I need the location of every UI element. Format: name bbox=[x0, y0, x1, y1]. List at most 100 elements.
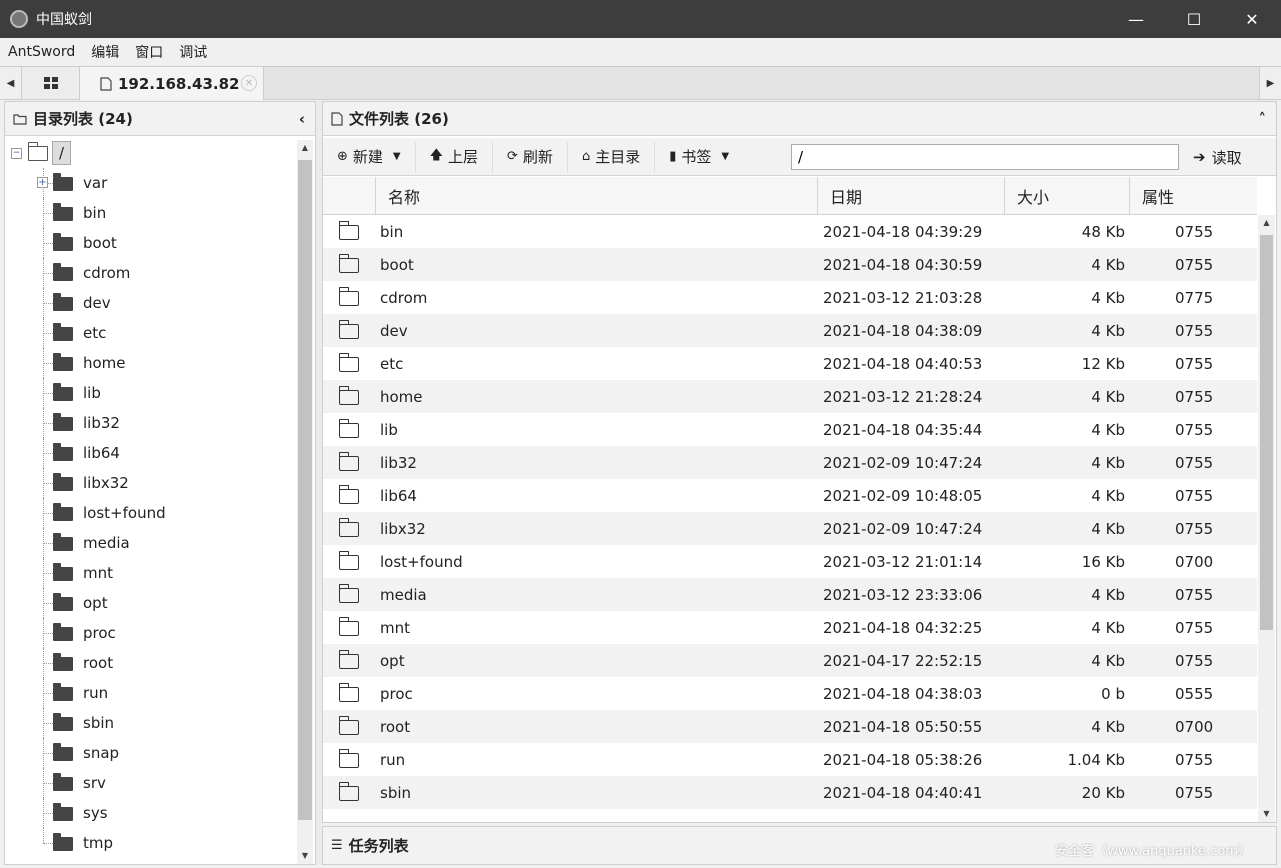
tree-item[interactable]: libx32 bbox=[5, 468, 297, 498]
tab-shell-host[interactable]: 192.168.43.82 ✕ bbox=[80, 67, 264, 100]
tree-item[interactable]: sys bbox=[5, 798, 297, 828]
read-button[interactable]: ➔ 读取 bbox=[1193, 142, 1242, 172]
table-row[interactable]: mnt 2021-04-18 04:32:25 4 Kb 0755 bbox=[323, 611, 1257, 644]
tree-root-label[interactable]: / bbox=[52, 141, 72, 165]
table-row[interactable]: etc 2021-04-18 04:40:53 12 Kb 0755 bbox=[323, 347, 1257, 380]
tree-item[interactable]: sbin bbox=[5, 708, 297, 738]
cell-name: opt bbox=[380, 651, 405, 670]
menu-debug[interactable]: 调试 bbox=[171, 42, 215, 62]
tree-item[interactable]: boot bbox=[5, 228, 297, 258]
cell-size: 1.04 Kb bbox=[1067, 750, 1125, 769]
bookmark-button[interactable]: ▮ 书签 ▼ bbox=[655, 142, 743, 172]
menu-antsword[interactable]: AntSword bbox=[0, 44, 83, 60]
table-row[interactable]: bin 2021-04-18 04:39:29 48 Kb 0755 bbox=[323, 215, 1257, 248]
column-attr[interactable]: 属性 bbox=[1129, 177, 1253, 215]
tree-item[interactable]: lib32 bbox=[5, 408, 297, 438]
folder-icon bbox=[338, 716, 359, 735]
tree-item[interactable]: etc bbox=[5, 318, 297, 348]
home-dir-button[interactable]: ⌂ 主目录 bbox=[568, 141, 656, 172]
tree-item[interactable]: opt bbox=[5, 588, 297, 618]
new-button[interactable]: ⊕ 新建 ▼ bbox=[323, 141, 416, 172]
tree-item[interactable]: dev bbox=[5, 288, 297, 318]
file-scroll-thumb[interactable] bbox=[1260, 235, 1273, 630]
tab-close-icon[interactable]: ✕ bbox=[241, 75, 257, 91]
expand-icon[interactable]: + bbox=[37, 177, 48, 188]
table-row[interactable]: lib 2021-04-18 04:35:44 4 Kb 0755 bbox=[323, 413, 1257, 446]
tree-item[interactable]: run bbox=[5, 678, 297, 708]
cell-size: 4 Kb bbox=[1091, 618, 1125, 637]
cell-size: 4 Kb bbox=[1091, 717, 1125, 736]
tree-item[interactable]: media bbox=[5, 528, 297, 558]
refresh-label: 刷新 bbox=[522, 148, 553, 166]
scroll-down-icon[interactable]: ▼ bbox=[1258, 806, 1275, 822]
folder-icon bbox=[53, 503, 73, 521]
menu-window[interactable]: 窗口 bbox=[127, 42, 171, 62]
maximize-button[interactable]: ☐ bbox=[1165, 0, 1223, 38]
cell-size: 4 Kb bbox=[1091, 387, 1125, 406]
tree-item[interactable]: lost+found bbox=[5, 498, 297, 528]
tree-root[interactable]: − / bbox=[5, 138, 297, 168]
tree-item[interactable]: root bbox=[5, 648, 297, 678]
tree-item[interactable]: lib bbox=[5, 378, 297, 408]
scroll-up-icon[interactable]: ▲ bbox=[297, 140, 313, 156]
cell-name: etc bbox=[380, 354, 404, 373]
cell-date: 2021-04-18 04:39:29 bbox=[823, 222, 983, 241]
tab-scroll-left-icon[interactable]: ◀ bbox=[0, 67, 22, 99]
scroll-up-icon[interactable]: ▲ bbox=[1258, 215, 1275, 231]
refresh-button[interactable]: ⟳ 刷新 bbox=[493, 141, 568, 172]
tree-item[interactable]: cdrom bbox=[5, 258, 297, 288]
table-row[interactable]: boot 2021-04-18 04:30:59 4 Kb 0755 bbox=[323, 248, 1257, 281]
path-input[interactable] bbox=[791, 144, 1179, 170]
tree-scroll-thumb[interactable] bbox=[298, 160, 312, 820]
tab-scroll-right-icon[interactable]: ▶ bbox=[1259, 67, 1281, 99]
table-row[interactable]: dev 2021-04-18 04:38:09 4 Kb 0755 bbox=[323, 314, 1257, 347]
cell-size: 4 Kb bbox=[1091, 519, 1125, 538]
tree-item-label: lost+found bbox=[83, 504, 166, 522]
column-name[interactable]: 名称 bbox=[375, 177, 817, 215]
table-row[interactable]: lib32 2021-02-09 10:47:24 4 Kb 0755 bbox=[323, 446, 1257, 479]
tree-item[interactable]: home bbox=[5, 348, 297, 378]
collapse-icon[interactable]: − bbox=[11, 147, 22, 159]
file-panel-header: 文件列表 (26) ˄ bbox=[323, 102, 1276, 136]
table-row[interactable]: lib64 2021-02-09 10:48:05 4 Kb 0755 bbox=[323, 479, 1257, 512]
table-row[interactable]: cdrom 2021-03-12 21:03:28 4 Kb 0775 bbox=[323, 281, 1257, 314]
table-row[interactable]: libx32 2021-02-09 10:47:24 4 Kb 0755 bbox=[323, 512, 1257, 545]
tree-item[interactable]: srv bbox=[5, 768, 297, 798]
cell-date: 2021-02-09 10:47:24 bbox=[823, 453, 983, 472]
menu-edit[interactable]: 编辑 bbox=[83, 42, 127, 62]
file-scrollbar[interactable]: ▲ ▼ bbox=[1258, 215, 1275, 822]
panel-collapse-icon[interactable]: ‹ bbox=[299, 110, 305, 128]
folder-icon bbox=[338, 221, 359, 240]
file-icon bbox=[100, 76, 112, 91]
table-row[interactable]: root 2021-04-18 05:50:55 4 Kb 0700 bbox=[323, 710, 1257, 743]
table-row[interactable]: opt 2021-04-17 22:52:15 4 Kb 0755 bbox=[323, 644, 1257, 677]
cell-name: boot bbox=[380, 255, 414, 274]
column-date[interactable]: 日期 bbox=[817, 177, 1004, 215]
folder-icon bbox=[53, 383, 73, 401]
column-size[interactable]: 大小 bbox=[1004, 177, 1129, 215]
table-row[interactable]: lost+found 2021-03-12 21:01:14 16 Kb 0700 bbox=[323, 545, 1257, 578]
panel-collapse-icon[interactable]: ˄ bbox=[1259, 110, 1267, 128]
tree-item[interactable]: proc bbox=[5, 618, 297, 648]
table-row[interactable]: proc 2021-04-18 04:38:03 0 b 0555 bbox=[323, 677, 1257, 710]
tree-item[interactable]: + var bbox=[5, 168, 297, 198]
cell-attr: 0755 bbox=[1175, 651, 1214, 670]
table-row[interactable]: home 2021-03-12 21:28:24 4 Kb 0755 bbox=[323, 380, 1257, 413]
tab-home[interactable] bbox=[22, 67, 80, 99]
table-row[interactable]: run 2021-04-18 05:38:26 1.04 Kb 0755 bbox=[323, 743, 1257, 776]
scroll-down-icon[interactable]: ▼ bbox=[297, 848, 313, 864]
tree-item[interactable]: mnt bbox=[5, 558, 297, 588]
file-table-body: bin 2021-04-18 04:39:29 48 Kb 0755 boot 2021-… bbox=[323, 215, 1257, 822]
tree-item[interactable]: tmp bbox=[5, 828, 297, 858]
up-level-button[interactable]: 🡅 上层 bbox=[416, 141, 494, 172]
table-row[interactable]: sbin 2021-04-18 04:40:41 20 Kb 0755 bbox=[323, 776, 1257, 809]
tree-item[interactable]: lib64 bbox=[5, 438, 297, 468]
tree-item[interactable]: snap bbox=[5, 738, 297, 768]
close-button[interactable]: ✕ bbox=[1223, 0, 1281, 38]
minimize-button[interactable]: — bbox=[1107, 0, 1165, 38]
tree-item[interactable]: bin bbox=[5, 198, 297, 228]
tree-scrollbar[interactable]: ▲ ▼ bbox=[297, 140, 313, 864]
file-panel: 文件列表 (26) ˄ ⊕ 新建 ▼ 🡅 上层 ⟳ 刷新 ⌂ 主目录 ▮ 书签 … bbox=[322, 101, 1277, 823]
table-row[interactable]: media 2021-03-12 23:33:06 4 Kb 0755 bbox=[323, 578, 1257, 611]
cell-attr: 0755 bbox=[1175, 750, 1214, 769]
